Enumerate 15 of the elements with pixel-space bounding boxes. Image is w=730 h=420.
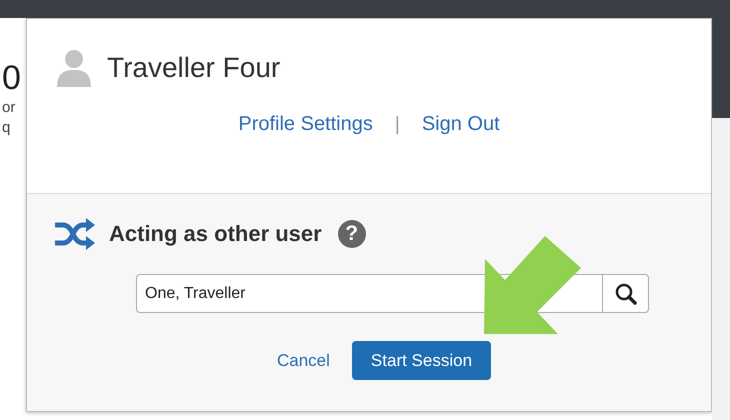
user-avatar-icon	[57, 49, 91, 87]
shuffle-icon	[53, 218, 97, 250]
user-name: Traveller Four	[107, 52, 280, 84]
cancel-link[interactable]: Cancel	[277, 350, 330, 370]
start-session-button[interactable]: Start Session	[352, 341, 492, 380]
help-icon[interactable]: ?	[338, 220, 366, 248]
search-icon	[614, 282, 636, 304]
background-text: or	[2, 98, 16, 118]
profile-settings-link[interactable]: Profile Settings	[238, 113, 373, 136]
sign-out-link[interactable]: Sign Out	[422, 113, 500, 136]
link-separator: |	[394, 114, 400, 136]
search-button[interactable]	[603, 274, 649, 313]
background-text: 0	[2, 58, 21, 98]
acting-as-title: Acting as other user	[109, 221, 322, 247]
background-text: q	[2, 118, 10, 138]
